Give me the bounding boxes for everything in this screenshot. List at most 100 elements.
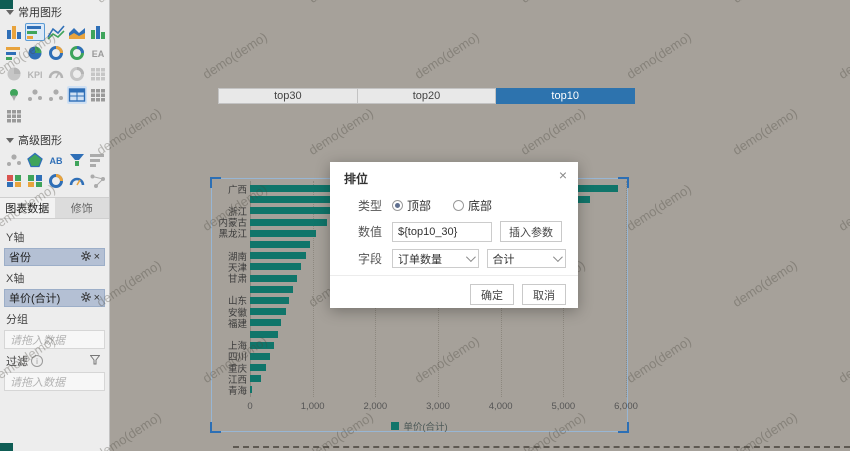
tab-top10[interactable]: top10 (496, 88, 635, 104)
bar-天津[interactable] (250, 263, 301, 270)
crosstab-icon[interactable] (88, 86, 108, 104)
scatter-chart-icon[interactable] (25, 86, 45, 104)
selection-corner-icon (210, 422, 221, 433)
line-chart-icon[interactable] (46, 23, 66, 41)
table-icon[interactable] (67, 86, 87, 104)
bar-上海[interactable] (250, 342, 274, 349)
bar-青海[interactable] (250, 386, 252, 393)
bar-山东[interactable] (250, 297, 289, 304)
list-chart-icon[interactable] (88, 151, 108, 169)
bar-黑龙江[interactable] (250, 230, 316, 237)
bar-湖南[interactable] (250, 252, 306, 259)
y-axis-field-pill[interactable]: 省份 × (4, 248, 105, 266)
watermark-text: demo(demo) (836, 29, 850, 82)
watermark-text: demo(demo) (306, 0, 376, 6)
word-chart-icon[interactable]: EA (88, 44, 108, 62)
remove-field-icon[interactable]: × (94, 293, 100, 304)
legend-swatch-icon (391, 422, 399, 430)
funnel-chart-icon[interactable] (67, 151, 87, 169)
remove-field-icon[interactable]: × (94, 252, 100, 263)
frame-chart-icon (88, 65, 108, 83)
bar-四川[interactable] (250, 353, 270, 360)
radio-unselected-icon (453, 200, 464, 211)
bar-内蒙古[interactable] (250, 219, 327, 226)
donut-chart-icon[interactable] (46, 44, 66, 62)
watermark-text: demo(demo) (306, 105, 376, 158)
panel-tab-bar: 图表数据 修饰 (0, 197, 109, 219)
rose-chart-icon[interactable] (67, 44, 87, 62)
globe-chart-icon (67, 65, 87, 83)
arc-chart-icon[interactable] (67, 172, 87, 190)
y-axis-section-label: Y轴 (6, 229, 103, 245)
watermark-text: demo(demo) (200, 29, 270, 82)
bar-row-5[interactable] (250, 241, 310, 248)
value-input[interactable] (392, 222, 492, 242)
gridline (626, 181, 627, 397)
tab-style[interactable]: 修饰 (55, 198, 110, 218)
x-tick-label: 5,000 (541, 401, 585, 412)
radio-bottom-label: 底部 (468, 197, 492, 214)
tab-top30[interactable]: top30 (218, 88, 358, 104)
bar-row-13[interactable] (250, 331, 278, 338)
watermark-text: demo(demo) (730, 0, 800, 6)
bar-安徽[interactable] (250, 308, 286, 315)
bar-chart-icon[interactable] (25, 23, 45, 41)
bar-row-9[interactable] (250, 286, 293, 293)
group-drop-zone[interactable]: 请拖入数据 (4, 330, 105, 349)
point-map-icon[interactable] (4, 86, 24, 104)
drop-placeholder: 请拖入数据 (10, 374, 65, 390)
x-tick-label: 0 (228, 401, 272, 412)
radio-top[interactable]: 顶部 (392, 197, 431, 214)
app-root: 常用图形 EAKPI 高级图形 AB 图表数据 修饰 Y轴 省份 × X轴 单价… (0, 0, 850, 451)
selection-corner-icon (618, 177, 629, 188)
aggregation-select[interactable]: 合计 (487, 249, 566, 268)
filter-drop-zone[interactable]: 请拖入数据 (4, 372, 105, 391)
bubble-chart-icon[interactable] (4, 151, 24, 169)
dial-chart-icon[interactable] (46, 172, 66, 190)
bubble-map-icon[interactable] (46, 86, 66, 104)
combo-chart-icon[interactable] (88, 23, 108, 41)
summary-table-icon[interactable] (4, 107, 24, 125)
svg-text:KPI: KPI (27, 70, 42, 80)
value-label: 数值 (358, 223, 392, 240)
field-label: 字段 (358, 250, 392, 267)
treemap-chart-icon[interactable] (25, 172, 45, 190)
field-select[interactable]: 订单数量 (392, 249, 479, 268)
tree-chart-icon[interactable] (4, 172, 24, 190)
gear-icon[interactable] (81, 292, 91, 305)
selection-corner-icon (618, 422, 629, 433)
section-advanced-charts[interactable]: 高级图形 (0, 128, 109, 150)
column-chart-icon[interactable] (4, 23, 24, 41)
map-chart-icon (4, 65, 24, 83)
x-tick-label: 4,000 (479, 401, 523, 412)
kpi-chart-icon: KPI (25, 65, 45, 83)
frame-corner (0, 0, 13, 9)
gear-icon[interactable] (81, 251, 91, 264)
cancel-button[interactable]: 取消 (522, 284, 566, 305)
relation-chart-icon[interactable] (88, 172, 108, 190)
bar-重庆[interactable] (250, 364, 266, 371)
tab-top20[interactable]: top20 (358, 88, 497, 104)
x-axis-field-pill[interactable]: 单价(合计) × (4, 289, 105, 307)
bar-compare-chart-icon[interactable] (4, 44, 24, 62)
close-icon[interactable]: × (559, 168, 567, 182)
x-axis-ticks: 01,0002,0003,0004,0005,0006,000 (212, 401, 627, 413)
ok-button[interactable]: 确定 (470, 284, 514, 305)
radio-bottom[interactable]: 底部 (453, 197, 492, 214)
pie-chart-icon[interactable] (25, 44, 45, 62)
bar-甘肃[interactable] (250, 275, 297, 282)
bar-福建[interactable] (250, 319, 281, 326)
svg-text:AB: AB (50, 156, 63, 166)
tab-chart-data[interactable]: 图表数据 (0, 198, 55, 218)
polygon-chart-icon[interactable] (25, 151, 45, 169)
wordcloud-chart-icon[interactable]: AB (46, 151, 66, 169)
section-common-charts[interactable]: 常用图形 (0, 0, 109, 22)
filter-funnel-icon[interactable] (90, 355, 100, 368)
chevron-down-icon (553, 252, 563, 262)
type-label: 类型 (358, 197, 392, 214)
insert-parameter-button[interactable]: 插入参数 (500, 221, 562, 242)
bar-江西[interactable] (250, 375, 261, 382)
y-axis-label: 青海 (213, 383, 250, 397)
watermark-text: demo(demo) (412, 29, 482, 82)
area-chart-icon[interactable] (67, 23, 87, 41)
